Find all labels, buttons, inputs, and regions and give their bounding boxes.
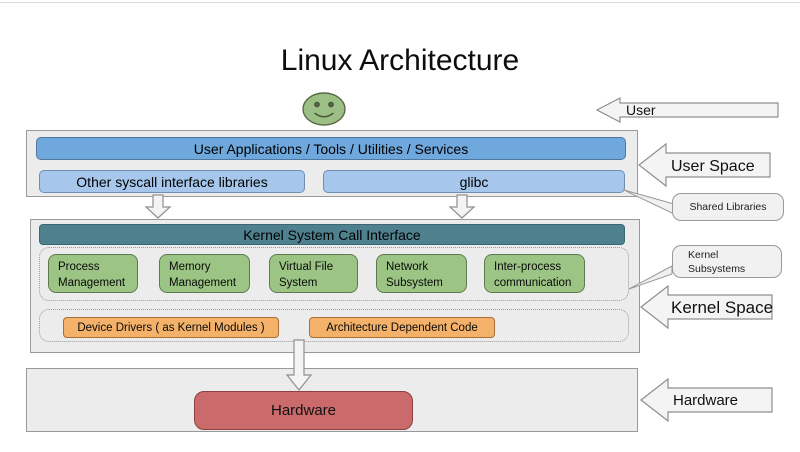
shared-libraries-callout: Shared Libraries [672, 193, 784, 221]
user-label: User [626, 102, 656, 118]
other-syscall-libraries-label: Other syscall interface libraries [76, 174, 267, 190]
hardware-box: Hardware [194, 391, 413, 430]
user-space-container: User Applications / Tools / Utilities / … [26, 130, 638, 197]
smiley-face-icon [301, 91, 347, 133]
kernel-space-arrow-label: Kernel Space [640, 283, 778, 331]
hardware-label: Hardware [673, 392, 738, 409]
kernel-syscall-interface-bar: Kernel System Call Interface [39, 224, 625, 245]
diagram-title: Linux Architecture [0, 44, 800, 78]
subsystem-network-subsystem: Network Subsystem [376, 254, 467, 293]
architecture-dependent-code-box: Architecture Dependent Code [309, 317, 495, 338]
glibc-box: glibc [323, 170, 625, 193]
other-syscall-libraries-box: Other syscall interface libraries [39, 170, 305, 193]
device-drivers-box: Device Drivers ( as Kernel Modules ) [63, 317, 279, 338]
down-arrow-right-icon [448, 195, 476, 219]
kernel-subsystems-label: Kernel Subsystems [688, 249, 758, 276]
user-space-label: User Space [671, 158, 755, 175]
shared-libraries-label: Shared Libraries [689, 201, 766, 213]
user-arrow-label: User [596, 96, 780, 124]
user-space-arrow-label: User Space [638, 141, 776, 189]
hardware-arrow-label: Hardware [640, 376, 778, 424]
subsystem-interprocess-communication: Inter-process communication [484, 254, 585, 293]
subsystem-virtual-file-system: Virtual File System [269, 254, 358, 293]
kernel-space-container: Kernel System Call Interface Process Man… [30, 219, 640, 353]
linux-architecture-diagram: Linux Architecture User Applications / T… [0, 0, 800, 452]
user-applications-label: User Applications / Tools / Utilities / … [194, 141, 468, 157]
glibc-label: glibc [460, 174, 489, 190]
kernel-subsystems-callout: Kernel Subsystems [672, 245, 782, 278]
shared-libraries-connector [622, 188, 678, 218]
subsystem-memory-management: Memory Management [159, 254, 250, 293]
down-arrow-hardware-icon [284, 340, 314, 392]
top-divider [0, 2, 800, 3]
user-applications-bar: User Applications / Tools / Utilities / … [36, 137, 626, 160]
hardware-container: Hardware [26, 368, 638, 432]
kernel-space-label: Kernel Space [671, 298, 773, 317]
subsystem-process-management: Process Management [48, 254, 138, 293]
down-arrow-left-icon [144, 195, 172, 219]
hardware-box-label: Hardware [271, 402, 336, 419]
kernel-syscall-interface-label: Kernel System Call Interface [243, 227, 420, 243]
